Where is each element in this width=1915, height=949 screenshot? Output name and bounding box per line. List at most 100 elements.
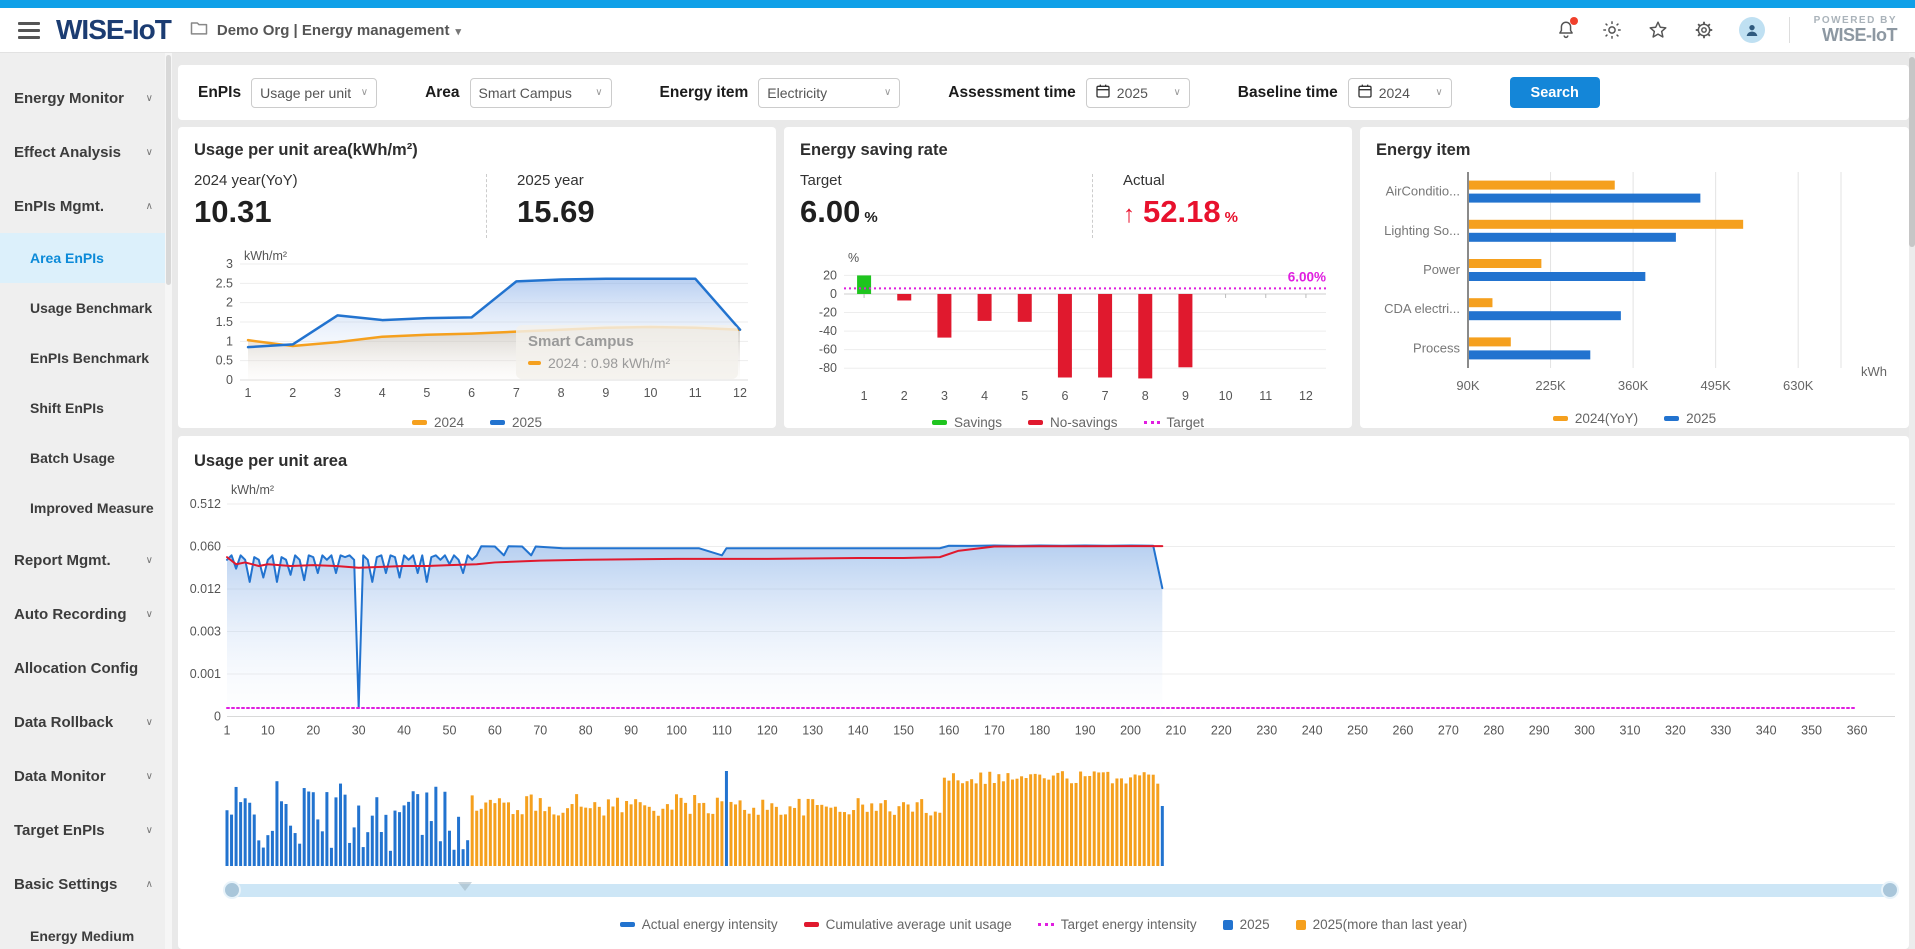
sidebar-item-shift-enpis[interactable]: Shift EnPIs: [0, 383, 165, 433]
search-button[interactable]: Search: [1510, 77, 1600, 108]
sidebar-item-effect-analysis[interactable]: Effect Analysis∨: [0, 125, 165, 179]
sidebar-item-label: Auto Recording: [14, 606, 127, 623]
calendar-icon: [1357, 83, 1373, 102]
svg-text:7: 7: [1102, 389, 1109, 403]
legend-label: Target energy intensity: [1061, 917, 1197, 932]
legend-item-savings[interactable]: Savings: [932, 415, 1002, 430]
sidebar-item-label: Improved Measure: [30, 500, 154, 516]
sidebar-scrollbar[interactable]: [165, 53, 172, 949]
stat-2024-yoy: 2024 year(YoY) 10.31: [194, 172, 486, 230]
legend-item-2024-yoy[interactable]: 2024(YoY): [1553, 411, 1638, 426]
legend-item-2025[interactable]: 2025: [1223, 917, 1270, 932]
sidebar-item-data-rollback[interactable]: Data Rollback∨: [0, 695, 165, 749]
sidebar-item-basic-settings[interactable]: Basic Settings∧: [0, 857, 165, 911]
sidebar-item-batch-usage[interactable]: Batch Usage: [0, 433, 165, 483]
sidebar-item-enpis-mgmt[interactable]: EnPIs Mgmt. ∧: [0, 179, 165, 233]
svg-text:360K: 360K: [1618, 378, 1649, 393]
user-avatar[interactable]: [1739, 17, 1765, 43]
legend-item-2025-more-than-last-year[interactable]: 2025(more than last year): [1296, 917, 1468, 932]
svg-text:0: 0: [226, 373, 233, 387]
notification-bell-icon[interactable]: [1555, 19, 1577, 41]
sidebar-item-label: EnPIs Mgmt.: [14, 198, 104, 215]
page-scrollbar[interactable]: [1909, 53, 1915, 949]
energy-item-select[interactable]: Electricity∨: [758, 78, 900, 108]
chevron-up-icon: ∧: [146, 201, 153, 212]
sidebar-item-energy-medium[interactable]: Energy Medium: [0, 911, 165, 949]
legend-item-cumulative-average-unit-usage[interactable]: Cumulative average unit usage: [804, 917, 1012, 932]
svg-text:10: 10: [261, 724, 275, 738]
area-select[interactable]: Smart Campus∨: [470, 78, 612, 108]
filter-bar: EnPIs Usage per unit are∨ Area Smart Cam…: [178, 65, 1909, 120]
legend-swatch: [804, 922, 819, 927]
svg-text:110: 110: [712, 724, 732, 738]
svg-text:2: 2: [226, 296, 233, 310]
sidebar-item-allocation-config[interactable]: Allocation Config: [0, 641, 165, 695]
settings-gear-icon[interactable]: [1693, 19, 1715, 41]
chevron-down-icon: ∨: [355, 87, 368, 98]
sidebar-item-label: Data Monitor: [14, 768, 106, 785]
legend-item-target[interactable]: Target: [1144, 415, 1205, 430]
baseline-time-select[interactable]: 2024∨: [1348, 78, 1452, 108]
sidebar: Energy Monitor∨Effect Analysis∨EnPIs Mgm…: [0, 53, 165, 949]
sidebar-item-area-enpis[interactable]: Area EnPIs: [0, 233, 165, 283]
svg-text:270: 270: [1438, 724, 1459, 738]
sidebar-scrollbar-thumb[interactable]: [166, 55, 171, 285]
legend-item-2024[interactable]: 2024: [412, 415, 464, 430]
svg-text:0.5: 0.5: [216, 354, 233, 368]
scrollbar-left-handle[interactable]: [223, 881, 241, 899]
enpis-select[interactable]: Usage per unit are∨: [251, 78, 377, 108]
hamburger-menu-icon[interactable]: [18, 22, 40, 39]
sidebar-item-energy-monitor[interactable]: Energy Monitor∨: [0, 71, 165, 125]
sidebar-item-label: Shift EnPIs: [30, 400, 104, 416]
sidebar-item-data-monitor[interactable]: Data Monitor∨: [0, 749, 165, 803]
legend-item-2025[interactable]: 2025: [1664, 411, 1716, 426]
chevron-down-icon: ∨: [146, 609, 153, 620]
sidebar-item-auto-recording[interactable]: Auto Recording ∨: [0, 587, 165, 641]
svg-text:0.012: 0.012: [190, 582, 221, 596]
svg-text:10: 10: [644, 386, 658, 400]
svg-text:60: 60: [488, 724, 502, 738]
svg-text:5: 5: [1021, 389, 1028, 403]
svg-text:3: 3: [941, 389, 948, 403]
assessment-time-label: Assessment time: [948, 84, 1076, 102]
baseline-time-label: Baseline time: [1238, 84, 1338, 102]
svg-text:80: 80: [579, 724, 593, 738]
card-title: Energy saving rate: [800, 141, 1336, 160]
svg-text:250: 250: [1347, 724, 1368, 738]
page-scrollbar-thumb[interactable]: [1909, 57, 1915, 247]
energy-item-legend: 2024(YoY) 2025: [1376, 411, 1893, 426]
svg-text:Power: Power: [1423, 262, 1461, 277]
sidebar-item-improved-measure[interactable]: Improved Measure: [0, 483, 165, 533]
sidebar-item-target-enpis[interactable]: Target EnPIs∨: [0, 803, 165, 857]
svg-text:0: 0: [830, 287, 837, 301]
org-selector[interactable]: Demo Org | Energy management▾: [217, 22, 461, 39]
svg-text:4: 4: [981, 389, 988, 403]
legend-label: No-savings: [1050, 415, 1118, 430]
sidebar-item-enpis-benchmark[interactable]: EnPIs Benchmark: [0, 333, 165, 383]
legend-label: 2024: [434, 415, 464, 430]
sidebar-item-label: EnPIs Benchmark: [30, 350, 149, 366]
chart-scrollbar[interactable]: [227, 884, 1895, 897]
legend-item-2025[interactable]: 2025: [490, 415, 542, 430]
brightness-icon[interactable]: [1601, 19, 1623, 41]
svg-text:6: 6: [468, 386, 475, 400]
svg-text:240: 240: [1302, 724, 1323, 738]
legend-item-actual-energy-intensity[interactable]: Actual energy intensity: [620, 917, 778, 932]
assessment-time-select[interactable]: 2025∨: [1086, 78, 1190, 108]
legend-item-target-energy-intensity[interactable]: Target energy intensity: [1038, 917, 1197, 932]
svg-text:140: 140: [848, 724, 869, 738]
favorite-star-icon[interactable]: [1647, 19, 1669, 41]
svg-text:290: 290: [1529, 724, 1550, 738]
sidebar-item-label: Usage Benchmark: [30, 300, 152, 316]
legend-swatch: [1028, 420, 1043, 425]
daily-usage-bars: [178, 748, 1909, 873]
sidebar-item-usage-benchmark[interactable]: Usage Benchmark: [0, 283, 165, 333]
legend-item-no-savings[interactable]: No-savings: [1028, 415, 1118, 430]
legend-swatch: [412, 420, 427, 425]
scrollbar-right-handle[interactable]: [1881, 881, 1899, 899]
svg-text:220: 220: [1211, 724, 1232, 738]
caret-down-icon: ▾: [455, 26, 461, 38]
sidebar-item-report-mgmt[interactable]: Report Mgmt.∨: [0, 533, 165, 587]
svg-text:330: 330: [1710, 724, 1731, 738]
app-logo: WISE-IoT: [56, 14, 171, 46]
